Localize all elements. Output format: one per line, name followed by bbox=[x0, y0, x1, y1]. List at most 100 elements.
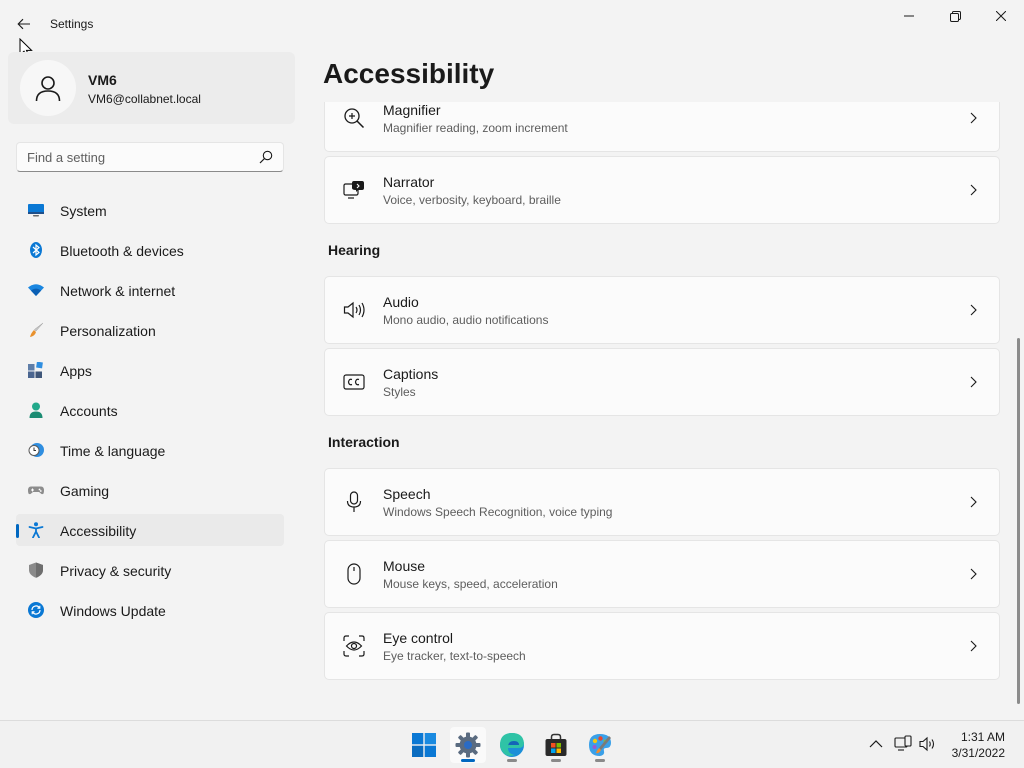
avatar bbox=[20, 60, 76, 116]
card-title: Mouse bbox=[383, 558, 426, 574]
magnifier-icon bbox=[344, 108, 365, 129]
sidebar-item-label: Bluetooth & devices bbox=[60, 243, 184, 259]
card-subtitle: Voice, verbosity, keyboard, braille bbox=[383, 193, 561, 207]
mouse-card[interactable]: Mouse Mouse keys, speed, acceleration bbox=[324, 540, 1000, 608]
apps-icon bbox=[28, 362, 43, 378]
captions-card[interactable]: Captions Styles bbox=[324, 348, 1000, 416]
user-profile-card[interactable]: VM6 VM6@collabnet.local bbox=[8, 52, 295, 124]
chevron-up-icon[interactable] bbox=[867, 735, 885, 753]
clock-date[interactable]: 3/31/2022 bbox=[952, 746, 1005, 760]
start-button[interactable] bbox=[406, 727, 442, 763]
taskbar-store[interactable] bbox=[538, 727, 574, 763]
sidebar-item-network[interactable]: Network & internet bbox=[16, 274, 284, 306]
vertical-scrollbar[interactable] bbox=[1017, 338, 1020, 704]
sidebar-item-label: Windows Update bbox=[60, 603, 166, 619]
taskbar-edge[interactable] bbox=[494, 727, 530, 763]
sidebar-item-accessibility[interactable]: Accessibility bbox=[16, 514, 284, 546]
running-indicator bbox=[507, 759, 517, 762]
sidebar-item-label: Accounts bbox=[60, 403, 118, 419]
volume-icon[interactable] bbox=[919, 735, 937, 753]
title-bar: Settings bbox=[0, 0, 1024, 48]
card-title: Audio bbox=[383, 294, 419, 310]
card-subtitle: Magnifier reading, zoom increment bbox=[383, 121, 568, 135]
card-subtitle: Eye tracker, text-to-speech bbox=[383, 649, 526, 663]
restore-button[interactable] bbox=[932, 0, 978, 32]
narrator-icon bbox=[343, 181, 364, 199]
magnifier-card[interactable]: Magnifier Magnifier reading, zoom increm… bbox=[324, 102, 1000, 152]
network-icon[interactable] bbox=[894, 735, 912, 753]
sidebar-item-bluetooth[interactable]: Bluetooth & devices bbox=[16, 234, 284, 266]
narrator-card[interactable]: Narrator Voice, verbosity, keyboard, bra… bbox=[324, 156, 1000, 224]
taskbar-paint[interactable] bbox=[582, 727, 618, 763]
clock-time[interactable]: 1:31 AM bbox=[961, 730, 1005, 744]
eye-control-card[interactable]: Eye control Eye tracker, text-to-speech bbox=[324, 612, 1000, 680]
sidebar-item-accounts[interactable]: Accounts bbox=[16, 394, 284, 426]
gamepad-icon bbox=[28, 486, 44, 495]
clock-globe-icon bbox=[28, 443, 44, 457]
sidebar-item-label: Privacy & security bbox=[60, 563, 172, 579]
card-title: Magnifier bbox=[383, 102, 441, 118]
card-title: Captions bbox=[383, 366, 439, 382]
chevron-right-icon bbox=[970, 640, 977, 652]
speech-card[interactable]: Speech Windows Speech Recognition, voice… bbox=[324, 468, 1000, 536]
microphone-icon bbox=[346, 491, 362, 512]
sidebar-item-label: Apps bbox=[60, 363, 92, 379]
search-box[interactable] bbox=[16, 142, 284, 172]
restore-icon bbox=[949, 10, 961, 22]
close-icon bbox=[996, 11, 1006, 21]
sidebar-item-label: Personalization bbox=[60, 323, 156, 339]
chevron-right-icon bbox=[970, 304, 977, 316]
edge-browser-icon bbox=[500, 733, 524, 757]
mouse-icon bbox=[347, 563, 361, 585]
section-header-interaction: Interaction bbox=[328, 434, 400, 450]
active-indicator bbox=[461, 759, 475, 762]
sidebar-item-label: Time & language bbox=[60, 443, 166, 459]
taskbar: 1:31 AM 3/31/2022 bbox=[0, 720, 1024, 768]
audio-card[interactable]: Audio Mono audio, audio notifications bbox=[324, 276, 1000, 344]
sidebar-item-apps[interactable]: Apps bbox=[16, 354, 284, 386]
card-subtitle: Styles bbox=[383, 385, 416, 399]
sidebar-item-privacy[interactable]: Privacy & security bbox=[16, 554, 284, 586]
chevron-right-icon bbox=[970, 376, 977, 388]
section-header-hearing: Hearing bbox=[328, 242, 381, 258]
sidebar-nav: System Bluetooth & devices Network & int… bbox=[16, 194, 284, 634]
update-icon bbox=[28, 602, 44, 618]
window-title: Settings bbox=[50, 17, 94, 31]
sidebar-item-gaming[interactable]: Gaming bbox=[16, 474, 284, 506]
sidebar-item-system[interactable]: System bbox=[16, 194, 284, 226]
monitor-icon bbox=[28, 204, 44, 217]
close-button[interactable] bbox=[978, 0, 1024, 32]
person-icon bbox=[29, 402, 43, 418]
sidebar-item-windows-update[interactable]: Windows Update bbox=[16, 594, 284, 626]
chevron-right-icon bbox=[970, 568, 977, 580]
chevron-right-icon bbox=[970, 496, 977, 508]
cc-icon bbox=[343, 374, 365, 390]
profile-name: VM6 bbox=[88, 72, 117, 88]
page-title: Accessibility bbox=[323, 58, 495, 89]
shield-icon bbox=[29, 562, 43, 578]
sidebar-item-label: Gaming bbox=[60, 483, 110, 499]
windows-start-icon bbox=[412, 733, 436, 757]
minimize-icon bbox=[904, 15, 914, 17]
sidebar-item-label: Network & internet bbox=[60, 283, 176, 299]
bluetooth-icon bbox=[30, 242, 42, 258]
card-title: Speech bbox=[383, 486, 431, 502]
wifi-icon bbox=[28, 284, 44, 296]
card-title: Narrator bbox=[383, 174, 435, 190]
person-avatar-icon bbox=[35, 76, 61, 102]
paint-icon bbox=[589, 734, 611, 756]
search-icon[interactable] bbox=[259, 150, 273, 164]
running-indicator bbox=[595, 759, 605, 762]
back-button[interactable] bbox=[10, 10, 38, 38]
sidebar-item-time-language[interactable]: Time & language bbox=[16, 434, 284, 466]
minimize-button[interactable] bbox=[886, 0, 932, 32]
running-indicator bbox=[551, 759, 561, 762]
card-title: Eye control bbox=[383, 630, 454, 646]
taskbar-settings[interactable] bbox=[450, 727, 486, 763]
chevron-right-icon bbox=[970, 184, 977, 196]
search-input[interactable] bbox=[17, 143, 253, 171]
chevron-right-icon bbox=[970, 112, 977, 124]
store-icon bbox=[545, 733, 567, 756]
sidebar-item-personalization[interactable]: Personalization bbox=[16, 314, 284, 346]
card-subtitle: Windows Speech Recognition, voice typing bbox=[383, 505, 613, 519]
